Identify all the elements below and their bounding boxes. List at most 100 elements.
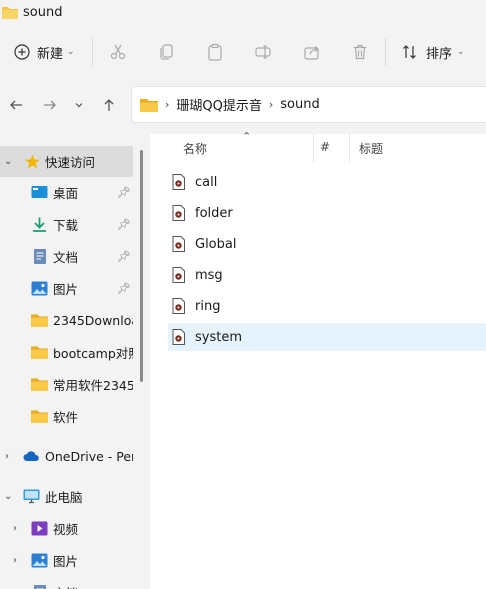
picture-icon [31, 281, 48, 296]
folder-icon [2, 7, 18, 19]
breadcrumb-segment[interactable]: sound [280, 97, 319, 112]
command-bar: 新建 ⌄ 排序 ⌄ [0, 24, 486, 80]
sidebar-item-desktop[interactable]: 桌面 📌︎ [0, 177, 133, 208]
audio-file-icon [172, 205, 185, 221]
desktop-icon [31, 186, 48, 198]
column-header-title[interactable]: 标题 [359, 140, 383, 157]
video-icon [31, 521, 48, 536]
list-item[interactable]: call [168, 168, 486, 196]
document-icon [34, 585, 46, 589]
navigation-pane: ⌄ 快速访问 桌面 📌︎ 下载 📌︎ 文档 📌︎ 图片 📌︎ 2345Downl… [0, 134, 146, 589]
chevron-down-icon: ⌄ [4, 156, 13, 167]
sidebar-item-label: 图片 [53, 282, 79, 297]
sidebar-item-this-pc[interactable]: ⌄ 此电脑 [0, 481, 133, 512]
sidebar-item-videos[interactable]: › 视频 [0, 513, 133, 544]
list-item[interactable]: folder [168, 199, 486, 227]
up-button[interactable] [100, 96, 118, 114]
trash-icon [354, 44, 366, 60]
copy-button[interactable] [157, 42, 177, 62]
sidebar-item-quick-access[interactable]: ⌄ 快速访问 [0, 146, 133, 177]
scissors-icon [110, 44, 126, 60]
toolbar-divider [385, 38, 386, 66]
sidebar-item-pc-documents[interactable]: › 文档 [0, 577, 133, 589]
sidebar-item-documents[interactable]: 文档 📌︎ [0, 241, 133, 272]
pin-icon: 📌︎ [117, 218, 131, 231]
back-button[interactable] [7, 96, 25, 114]
file-name: call [195, 174, 218, 190]
pin-icon: 📌︎ [117, 250, 131, 263]
audio-file-icon [172, 236, 185, 252]
chevron-right-icon: › [13, 523, 17, 534]
sidebar-item-pictures[interactable]: 图片 📌︎ [0, 273, 133, 304]
title-bar: sound [0, 0, 486, 24]
sidebar-item-label: 常用软件2345 [53, 378, 133, 393]
delete-button[interactable] [350, 42, 370, 62]
folder-icon [31, 314, 48, 327]
sidebar-item-label: 快速访问 [45, 155, 96, 170]
sidebar-item-2345downloads[interactable]: 2345Downloads [0, 305, 133, 336]
clipboard-icon [208, 43, 222, 61]
sidebar-item-label: OneDrive - Personal [45, 449, 133, 464]
folder-icon [31, 410, 48, 423]
share-button[interactable] [302, 42, 322, 62]
rename-button[interactable] [253, 42, 273, 62]
monitor-icon [23, 489, 40, 504]
file-name: ring [195, 298, 221, 314]
plus-circle-icon [14, 44, 30, 60]
picture-icon [31, 553, 48, 568]
sidebar-item-label: 文档 [53, 250, 79, 265]
address-bar[interactable]: › 珊瑚QQ提示音 › sound [131, 86, 486, 123]
sidebar-item-label: 图片 [53, 554, 79, 569]
sidebar-item-label: bootcamp对照 [53, 346, 133, 361]
chevron-down-icon: ⌄ [67, 47, 75, 57]
star-icon [25, 154, 40, 169]
file-name: system [195, 329, 242, 345]
column-header-number[interactable]: # [320, 140, 330, 154]
chevron-right-icon: › [268, 98, 274, 111]
chevron-right-icon: › [5, 451, 9, 462]
column-divider[interactable] [313, 134, 314, 162]
toolbar-divider [92, 38, 93, 66]
folder-icon [31, 378, 48, 391]
column-divider[interactable] [349, 134, 350, 162]
sidebar-item-onedrive[interactable]: › OneDrive - Personal [0, 441, 133, 472]
file-name: Global [195, 236, 237, 252]
sort-ascending-icon: ⌃ [242, 130, 252, 143]
sidebar-item-downloads[interactable]: 下载 📌︎ [0, 209, 133, 240]
download-icon [33, 217, 46, 232]
sidebar-item-bootcamp[interactable]: bootcamp对照 [0, 337, 133, 368]
audio-file-icon [172, 329, 185, 345]
arrow-left-icon [10, 100, 22, 110]
breadcrumb-segment[interactable]: 珊瑚QQ提示音 [176, 95, 261, 114]
new-button[interactable]: 新建 ⌄ [8, 36, 81, 68]
sidebar-item-label: 桌面 [53, 186, 79, 201]
new-button-label: 新建 [37, 46, 64, 62]
list-item[interactable]: msg [168, 261, 486, 289]
sidebar-item-label: 此电脑 [45, 490, 83, 505]
share-icon [304, 46, 319, 60]
audio-file-icon [172, 174, 185, 190]
column-header-name[interactable]: 名称 [183, 140, 207, 157]
scrollbar-thumb[interactable] [140, 150, 143, 382]
sidebar-item-common-software[interactable]: 常用软件2345 [0, 369, 133, 400]
list-item[interactable]: ring [168, 292, 486, 320]
sort-button[interactable]: 排序 ⌄ [396, 36, 471, 68]
cloud-icon [23, 451, 39, 461]
list-item[interactable]: system [168, 323, 486, 351]
list-item[interactable]: Global [168, 230, 486, 258]
recent-locations-button[interactable] [70, 96, 88, 114]
pin-icon: 📌︎ [117, 282, 131, 295]
sidebar-item-label: 2345Downloads [53, 313, 133, 328]
chevron-down-icon [75, 103, 83, 108]
rename-icon [255, 45, 271, 59]
sidebar-item-software[interactable]: 软件 [0, 401, 133, 432]
audio-file-icon [172, 298, 185, 314]
cut-button[interactable] [108, 42, 128, 62]
pin-icon: 📌︎ [117, 186, 131, 199]
forward-button[interactable] [41, 96, 59, 114]
paste-button[interactable] [205, 42, 225, 62]
sidebar-item-pc-pictures[interactable]: › 图片 [0, 545, 133, 576]
chevron-right-icon: › [13, 555, 17, 566]
copy-icon [160, 44, 173, 60]
file-name: msg [195, 267, 223, 283]
